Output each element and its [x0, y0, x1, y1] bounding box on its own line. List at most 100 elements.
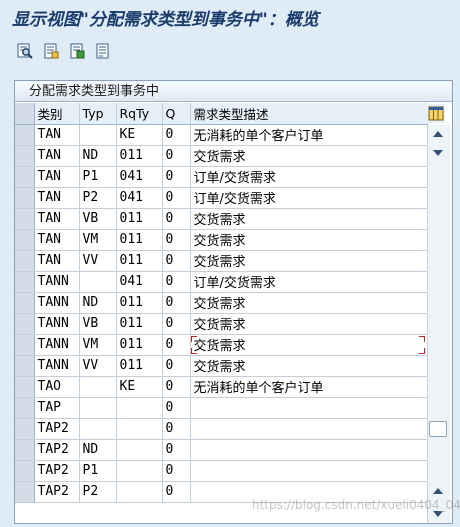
cell-category[interactable]: TAP2 [34, 418, 80, 440]
cell-typ[interactable]: VB [79, 208, 117, 230]
cell-typ[interactable]: ND [79, 292, 117, 314]
cell-description[interactable]: 交货需求 [190, 334, 428, 356]
column-header-category[interactable]: 类别 [34, 103, 80, 125]
magnifier-icon[interactable] [17, 43, 33, 59]
cell-category[interactable]: TAN [34, 124, 80, 146]
row-selector[interactable] [15, 124, 35, 146]
cell-typ[interactable]: ND [79, 439, 117, 461]
cell-rqty[interactable]: 011 [116, 208, 163, 230]
cell-category[interactable]: TAN [34, 166, 80, 188]
cell-description[interactable]: 交货需求 [190, 229, 428, 251]
cell-rqty[interactable]: 011 [116, 292, 163, 314]
row-selector[interactable] [15, 187, 35, 209]
cell-q[interactable]: 0 [162, 460, 191, 482]
cell-rqty[interactable]: 011 [116, 355, 163, 377]
cell-description[interactable]: 交货需求 [190, 292, 428, 314]
row-selector[interactable] [15, 481, 35, 503]
column-settings-icon[interactable] [427, 104, 445, 123]
cell-typ[interactable] [79, 418, 117, 440]
table-row[interactable]: TANN 041 0 订单/交货需求 [15, 271, 428, 293]
table-row[interactable]: TAP2 ND 0 [15, 439, 428, 461]
cell-typ[interactable] [79, 271, 117, 293]
cell-typ[interactable]: P1 [79, 460, 117, 482]
cell-category[interactable]: TANN [34, 313, 80, 335]
cell-typ[interactable]: ND [79, 145, 117, 167]
cell-description[interactable]: 交货需求 [190, 355, 428, 377]
cell-category[interactable]: TAN [34, 145, 80, 167]
scroll-down-icon[interactable] [433, 150, 443, 156]
cell-typ[interactable]: VB [79, 313, 117, 335]
table-row[interactable]: TANN ND 011 0 交货需求 [15, 292, 428, 314]
cell-category[interactable]: TANN [34, 292, 80, 314]
cell-typ[interactable]: VV [79, 250, 117, 272]
cell-category[interactable]: TAN [34, 208, 80, 230]
table-row[interactable]: TANN VM 011 0 交货需求 [15, 334, 428, 356]
row-selector[interactable] [15, 334, 35, 356]
cell-category[interactable]: TAP2 [34, 481, 80, 503]
cell-typ[interactable] [79, 124, 117, 146]
cell-description[interactable]: 无消耗的单个客户订单 [190, 124, 428, 146]
table-row[interactable]: TAO KE 0 无消耗的单个客户订单 [15, 376, 428, 398]
scroll-page-up-icon[interactable] [433, 488, 443, 494]
cell-q[interactable]: 0 [162, 334, 191, 356]
cell-rqty[interactable] [116, 481, 163, 503]
scroll-thumb[interactable] [429, 421, 447, 437]
cell-q[interactable]: 0 [162, 481, 191, 503]
cell-rqty[interactable]: KE [116, 124, 163, 146]
cell-typ[interactable]: VM [79, 334, 117, 356]
cell-rqty[interactable]: 041 [116, 187, 163, 209]
cell-description[interactable] [190, 397, 428, 419]
document-lines-icon[interactable] [95, 43, 111, 59]
table-row[interactable]: TAN ND 011 0 交货需求 [15, 145, 428, 167]
cell-category[interactable]: TANN [34, 271, 80, 293]
cell-q[interactable]: 0 [162, 439, 191, 461]
row-selector[interactable] [15, 376, 35, 398]
column-header-rqty[interactable]: RqTy [116, 103, 163, 125]
cell-q[interactable]: 0 [162, 145, 191, 167]
cell-q[interactable]: 0 [162, 208, 191, 230]
cell-typ[interactable]: P2 [79, 481, 117, 503]
cell-category[interactable]: TANN [34, 355, 80, 377]
cell-description[interactable]: 交货需求 [190, 250, 428, 272]
column-header-q[interactable]: Q [162, 103, 191, 125]
cell-rqty[interactable]: 011 [116, 313, 163, 335]
cell-q[interactable]: 0 [162, 376, 191, 398]
cell-category[interactable]: TANN [34, 334, 80, 356]
row-selector[interactable] [15, 229, 35, 251]
cell-q[interactable]: 0 [162, 229, 191, 251]
column-header-description[interactable]: 需求类型描述 [190, 103, 428, 125]
cell-q[interactable]: 0 [162, 166, 191, 188]
cell-description[interactable] [190, 439, 428, 461]
cell-typ[interactable] [79, 376, 117, 398]
cell-description[interactable] [190, 460, 428, 482]
cell-q[interactable]: 0 [162, 187, 191, 209]
table-row[interactable]: TAN VV 011 0 交货需求 [15, 250, 428, 272]
cell-rqty[interactable]: 041 [116, 271, 163, 293]
table-row[interactable]: TANN VB 011 0 交货需求 [15, 313, 428, 335]
cell-q[interactable]: 0 [162, 292, 191, 314]
cell-rqty[interactable]: 011 [116, 145, 163, 167]
row-selector[interactable] [15, 460, 35, 482]
table-row[interactable]: TAP2 P1 0 [15, 460, 428, 482]
cell-description[interactable]: 无消耗的单个客户订单 [190, 376, 428, 398]
cell-description[interactable]: 订单/交货需求 [190, 166, 428, 188]
table-row[interactable]: TAN VB 011 0 交货需求 [15, 208, 428, 230]
cell-rqty[interactable]: 011 [116, 250, 163, 272]
cell-typ[interactable] [79, 397, 117, 419]
table-row[interactable]: TAN P1 041 0 订单/交货需求 [15, 166, 428, 188]
cell-typ[interactable]: P2 [79, 187, 117, 209]
row-selector[interactable] [15, 145, 35, 167]
cell-description[interactable]: 订单/交货需求 [190, 187, 428, 209]
cell-rqty[interactable]: 041 [116, 166, 163, 188]
table-row[interactable]: TAN VM 011 0 交货需求 [15, 229, 428, 251]
cell-rqty[interactable] [116, 397, 163, 419]
table-row[interactable]: TANN VV 011 0 交货需求 [15, 355, 428, 377]
cell-rqty[interactable]: 011 [116, 334, 163, 356]
cell-rqty[interactable] [116, 439, 163, 461]
cell-typ[interactable]: VM [79, 229, 117, 251]
row-selector[interactable] [15, 418, 35, 440]
cell-description[interactable]: 交货需求 [190, 145, 428, 167]
cell-description[interactable]: 交货需求 [190, 313, 428, 335]
row-selector[interactable] [15, 166, 35, 188]
cell-category[interactable]: TAO [34, 376, 80, 398]
